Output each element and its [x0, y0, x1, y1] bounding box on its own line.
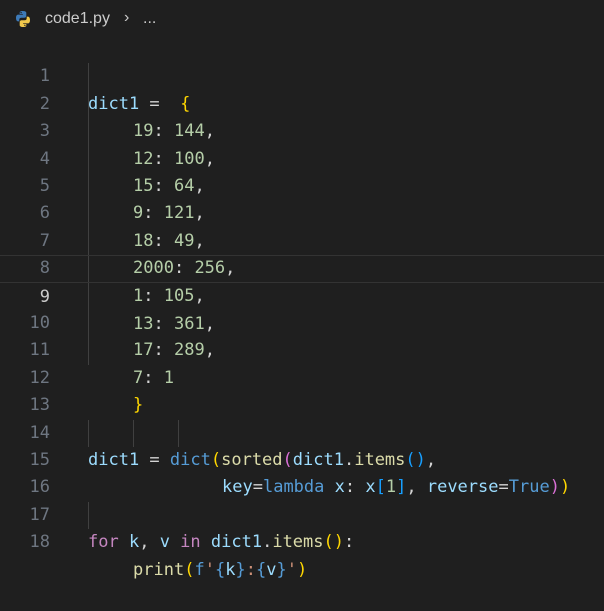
function-token: print — [133, 559, 185, 580]
variable-token: v — [266, 559, 277, 580]
code-editor[interactable]: 1 dict1 = { 2 19: 144, 3 12: 100, 4 15: … — [0, 36, 604, 580]
variable-token: v — [159, 532, 170, 553]
code-line: 16 — [0, 447, 604, 497]
bracket-token: ( — [184, 559, 195, 580]
code-line: 7 2000: 256, — [0, 200, 604, 278]
code-line: 10 17: 289, — [0, 283, 604, 360]
code-line: 1 dict1 = { — [0, 36, 604, 113]
interpolation-brace: } — [276, 559, 287, 580]
python-icon — [16, 11, 30, 27]
string-prefix-token: f — [194, 559, 205, 580]
line-number: 18 — [29, 532, 50, 553]
code-line: 18 print(f'{k}:{v}') — [0, 502, 604, 579]
code-line: 15 key=lambda x: x[1], reverse=True)) — [0, 420, 604, 497]
interpolation-brace: } — [235, 559, 246, 580]
breadcrumb: code1.py › ... — [0, 0, 604, 36]
code-line: 5 9: 121, — [0, 146, 604, 223]
interpolation-brace: { — [255, 559, 267, 580]
string-token: ' — [204, 559, 215, 580]
variable-token: k — [118, 532, 140, 553]
code-line: 2 19: 144, — [0, 63, 604, 141]
code-line: 3 12: 100, — [0, 91, 604, 168]
code-line-current: 9 13: 361, — [0, 255, 604, 334]
code-line: 12 } — [0, 337, 604, 415]
chevron-right-icon: › — [124, 9, 130, 26]
interpolation-brace: { — [214, 559, 226, 580]
function-token: items — [272, 532, 324, 553]
variable-token: k — [225, 559, 236, 580]
keyword-token: for — [88, 532, 119, 553]
code-line: 6 18: 49, — [0, 173, 604, 250]
operator-token: . — [262, 532, 273, 553]
keyword-token: in — [169, 532, 211, 553]
operator-token: , — [139, 532, 160, 553]
bracket-token: ) — [296, 559, 308, 580]
bracket-token: () — [323, 532, 344, 553]
line-code: print(f'{k}:{v}') — [133, 557, 307, 584]
operator-token: : — [344, 532, 355, 553]
breadcrumb-more[interactable]: ... — [143, 10, 156, 28]
string-token: : — [245, 559, 256, 580]
code-line: 14 dict1 = dict(sorted(dict1.items(), — [0, 392, 604, 470]
variable-token: dict1 — [210, 532, 263, 553]
code-line: 17 for k, v in dict1.items(): — [0, 474, 604, 552]
string-token: ' — [286, 559, 297, 580]
breadcrumb-filename[interactable]: code1.py — [45, 10, 110, 28]
code-line: 11 7: 1 — [0, 310, 604, 387]
code-line: 4 15: 64, — [0, 118, 604, 196]
code-line: 13 — [0, 365, 604, 415]
line-code: for k, v in dict1.items(): — [88, 529, 354, 556]
code-line: 8 1: 105, — [0, 228, 604, 305]
